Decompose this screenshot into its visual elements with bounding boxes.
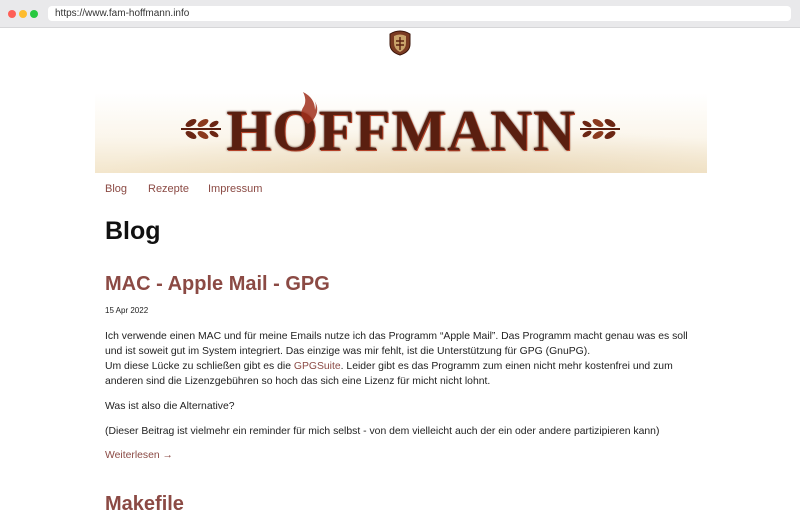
post-excerpt-note: (Dieser Beitrag ist vielmehr ein reminde… [105, 426, 660, 437]
close-window-button[interactable] [8, 10, 16, 18]
site-header-banner: HOFFMANN [95, 28, 707, 173]
gpgsuite-link[interactable]: GPGSuite [294, 361, 341, 372]
coat-of-arms-icon [389, 30, 411, 56]
maximize-window-button[interactable] [30, 10, 38, 18]
nav-item-rezepte[interactable]: Rezepte [148, 183, 189, 195]
minimize-window-button[interactable] [19, 10, 27, 18]
post-excerpt-text: Ich verwende einen MAC und für meine Ema… [105, 331, 688, 357]
browser-toolbar: https://www.fam-hoffmann.info [0, 0, 800, 28]
page-title: Blog [105, 217, 161, 245]
laurel-branch-icon [181, 119, 221, 139]
address-bar[interactable]: https://www.fam-hoffmann.info [48, 6, 791, 21]
flame-ornament-icon [301, 92, 318, 124]
post-title-link[interactable]: Makefile [105, 489, 184, 519]
post-title-link[interactable]: MAC - Apple Mail - GPG [105, 271, 330, 297]
nav-item-blog[interactable]: Blog [105, 183, 127, 195]
post-excerpt-text: Um diese Lücke zu schließen gibt es die [105, 361, 294, 372]
laurel-branch-icon [580, 119, 620, 139]
read-more-link[interactable]: Weiterlesen → [105, 450, 173, 461]
site-logo[interactable]: HOFFMANN [220, 98, 582, 164]
post-date: 15 Apr 2022 [105, 306, 149, 315]
post-excerpt-question: Was ist also die Alternative? [105, 401, 235, 412]
post-excerpt-paragraph: Ich verwende einen MAC und für meine Ema… [105, 329, 705, 389]
nav-item-impressum[interactable]: Impressum [208, 183, 262, 195]
